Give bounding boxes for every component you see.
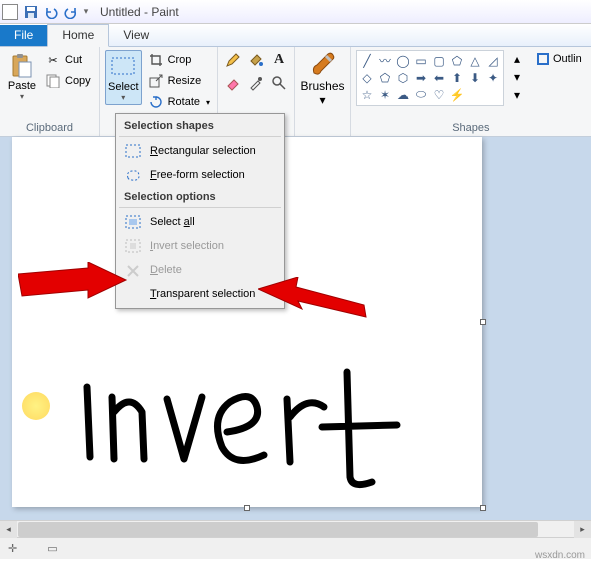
menu-rectangular-selection[interactable]: Rectangular selection <box>118 139 282 163</box>
shape-callout2[interactable]: ⬭ <box>412 86 430 103</box>
group-label-clipboard: Clipboard <box>0 121 99 136</box>
cut-button[interactable]: ✂Cut <box>41 50 95 70</box>
shape-polygon[interactable]: ⬠ <box>448 52 466 69</box>
window-title: Untitled - Paint <box>100 5 179 19</box>
brushes-button[interactable]: Brushes ▾ <box>297 49 348 107</box>
resize-handle-corner[interactable] <box>480 505 486 511</box>
select-all-icon <box>124 214 142 230</box>
group-clipboard: Paste ▾ ✂Cut Copy Clipboard <box>0 47 100 136</box>
quick-access-toolbar: ▾ <box>22 3 90 21</box>
paste-button[interactable]: Paste ▾ <box>5 50 39 103</box>
shape-arrowl[interactable]: ⬅ <box>430 69 448 86</box>
shapes-more[interactable]: ▾ <box>508 86 526 104</box>
crop-button[interactable]: Crop <box>144 50 214 70</box>
title-bar: ▾ Untitled - Paint <box>0 0 591 24</box>
resize-handle-bottom[interactable] <box>244 505 250 511</box>
menu-header-options: Selection options <box>118 187 282 205</box>
qat-dropdown-icon[interactable]: ▾ <box>82 6 90 17</box>
shape-pentagon[interactable]: ⬠ <box>376 69 394 86</box>
eraser-tool[interactable] <box>223 73 243 93</box>
shapes-scroll-up[interactable]: ▴ <box>508 50 526 68</box>
select-button[interactable]: Select ▾ <box>105 50 142 105</box>
shape-line[interactable]: ╱ <box>358 52 376 69</box>
pencil-tool[interactable] <box>223 50 243 70</box>
shape-5star[interactable]: ☆ <box>358 86 376 103</box>
rectangular-selection-icon <box>124 143 142 159</box>
scroll-right-button[interactable]: ▸ <box>574 521 591 538</box>
workspace: ◂ ▸ <box>0 137 591 537</box>
shape-righttri[interactable]: ◿ <box>484 52 502 69</box>
ribbon: Paste ▾ ✂Cut Copy Clipboard Select ▾ Cro… <box>0 47 591 137</box>
ribbon-tabs: File Home View <box>0 24 591 47</box>
shape-rect[interactable]: ▭ <box>412 52 430 69</box>
shape-arrowu[interactable]: ⬆ <box>448 69 466 86</box>
magnifier-tool[interactable] <box>269 73 289 93</box>
color-picker-tool[interactable] <box>246 73 266 93</box>
horizontal-scrollbar[interactable]: ◂ ▸ <box>0 520 591 537</box>
tab-home[interactable]: Home <box>47 24 109 47</box>
shape-roundrect[interactable]: ▢ <box>430 52 448 69</box>
shape-arrowd[interactable]: ⬇ <box>466 69 484 86</box>
resize-icon <box>148 73 164 89</box>
outline-icon <box>536 52 550 66</box>
system-menu-icon[interactable] <box>2 4 18 20</box>
scissors-icon: ✂ <box>45 52 61 68</box>
shape-oval[interactable]: ◯ <box>394 52 412 69</box>
shape-curve[interactable]: 〰 <box>376 52 394 69</box>
status-bar: ✛ ▭ <box>0 537 591 559</box>
shape-diamond[interactable]: ◇ <box>358 69 376 86</box>
watermark: wsxdn.com <box>535 550 585 561</box>
undo-icon[interactable] <box>42 3 60 21</box>
scroll-left-button[interactable]: ◂ <box>0 521 17 538</box>
crop-icon <box>148 52 164 68</box>
copy-icon <box>45 73 61 89</box>
shape-lightning[interactable]: ⚡ <box>448 86 466 103</box>
text-tool[interactable]: A <box>269 50 289 70</box>
menu-freeform-selection[interactable]: Free-form selection <box>118 163 282 187</box>
outline-button[interactable]: Outlin <box>532 50 586 68</box>
status-selection-icon: ▭ <box>47 542 57 555</box>
copy-button[interactable]: Copy <box>41 71 95 91</box>
freeform-selection-icon <box>124 167 142 183</box>
tab-file[interactable]: File <box>0 25 47 46</box>
group-shapes: ╱ 〰 ◯ ▭ ▢ ⬠ △ ◿ ◇ ⬠ ⬡ ➡ ⬅ ⬆ ⬇ ✦ ☆ ✶ ☁ ⬭ <box>351 47 591 136</box>
chevron-down-icon: ▾ <box>319 93 325 107</box>
group-brushes: Brushes ▾ <box>295 47 351 136</box>
shape-heart[interactable]: ♡ <box>430 86 448 103</box>
redo-icon[interactable] <box>62 3 80 21</box>
rotate-button[interactable]: Rotate▾ <box>144 92 214 112</box>
shape-hexagon[interactable]: ⬡ <box>394 69 412 86</box>
save-icon[interactable] <box>22 3 40 21</box>
invert-selection-icon <box>124 238 142 254</box>
chevron-down-icon: ▾ <box>121 93 125 102</box>
annotation-arrow-right <box>258 277 368 337</box>
status-cursor-icon: ✛ <box>8 542 17 555</box>
paste-icon <box>7 52 37 80</box>
resize-handle-right[interactable] <box>480 319 486 325</box>
menu-invert-selection: Invert selection <box>118 234 282 258</box>
tab-view[interactable]: View <box>109 25 163 46</box>
shape-6star[interactable]: ✶ <box>376 86 394 103</box>
group-label-shapes: Shapes <box>351 121 591 136</box>
annotation-arrow-left <box>18 262 128 312</box>
menu-header-shapes: Selection shapes <box>118 116 282 134</box>
resize-button[interactable]: Resize <box>144 71 214 91</box>
shape-4star[interactable]: ✦ <box>484 69 502 86</box>
menu-select-all[interactable]: Select all <box>118 210 282 234</box>
shapes-scroll-down[interactable]: ▾ <box>508 68 526 86</box>
brush-icon <box>308 49 338 79</box>
shape-arrowr[interactable]: ➡ <box>412 69 430 86</box>
rotate-icon <box>148 94 164 110</box>
shape-callout1[interactable]: ☁ <box>394 86 412 103</box>
chevron-down-icon: ▾ <box>20 92 24 101</box>
shape-triangle[interactable]: △ <box>466 52 484 69</box>
fill-tool[interactable] <box>246 50 266 70</box>
select-icon <box>108 53 138 81</box>
scroll-thumb[interactable] <box>18 522 538 537</box>
shapes-gallery[interactable]: ╱ 〰 ◯ ▭ ▢ ⬠ △ ◿ ◇ ⬠ ⬡ ➡ ⬅ ⬆ ⬇ ✦ ☆ ✶ ☁ ⬭ <box>356 50 504 106</box>
